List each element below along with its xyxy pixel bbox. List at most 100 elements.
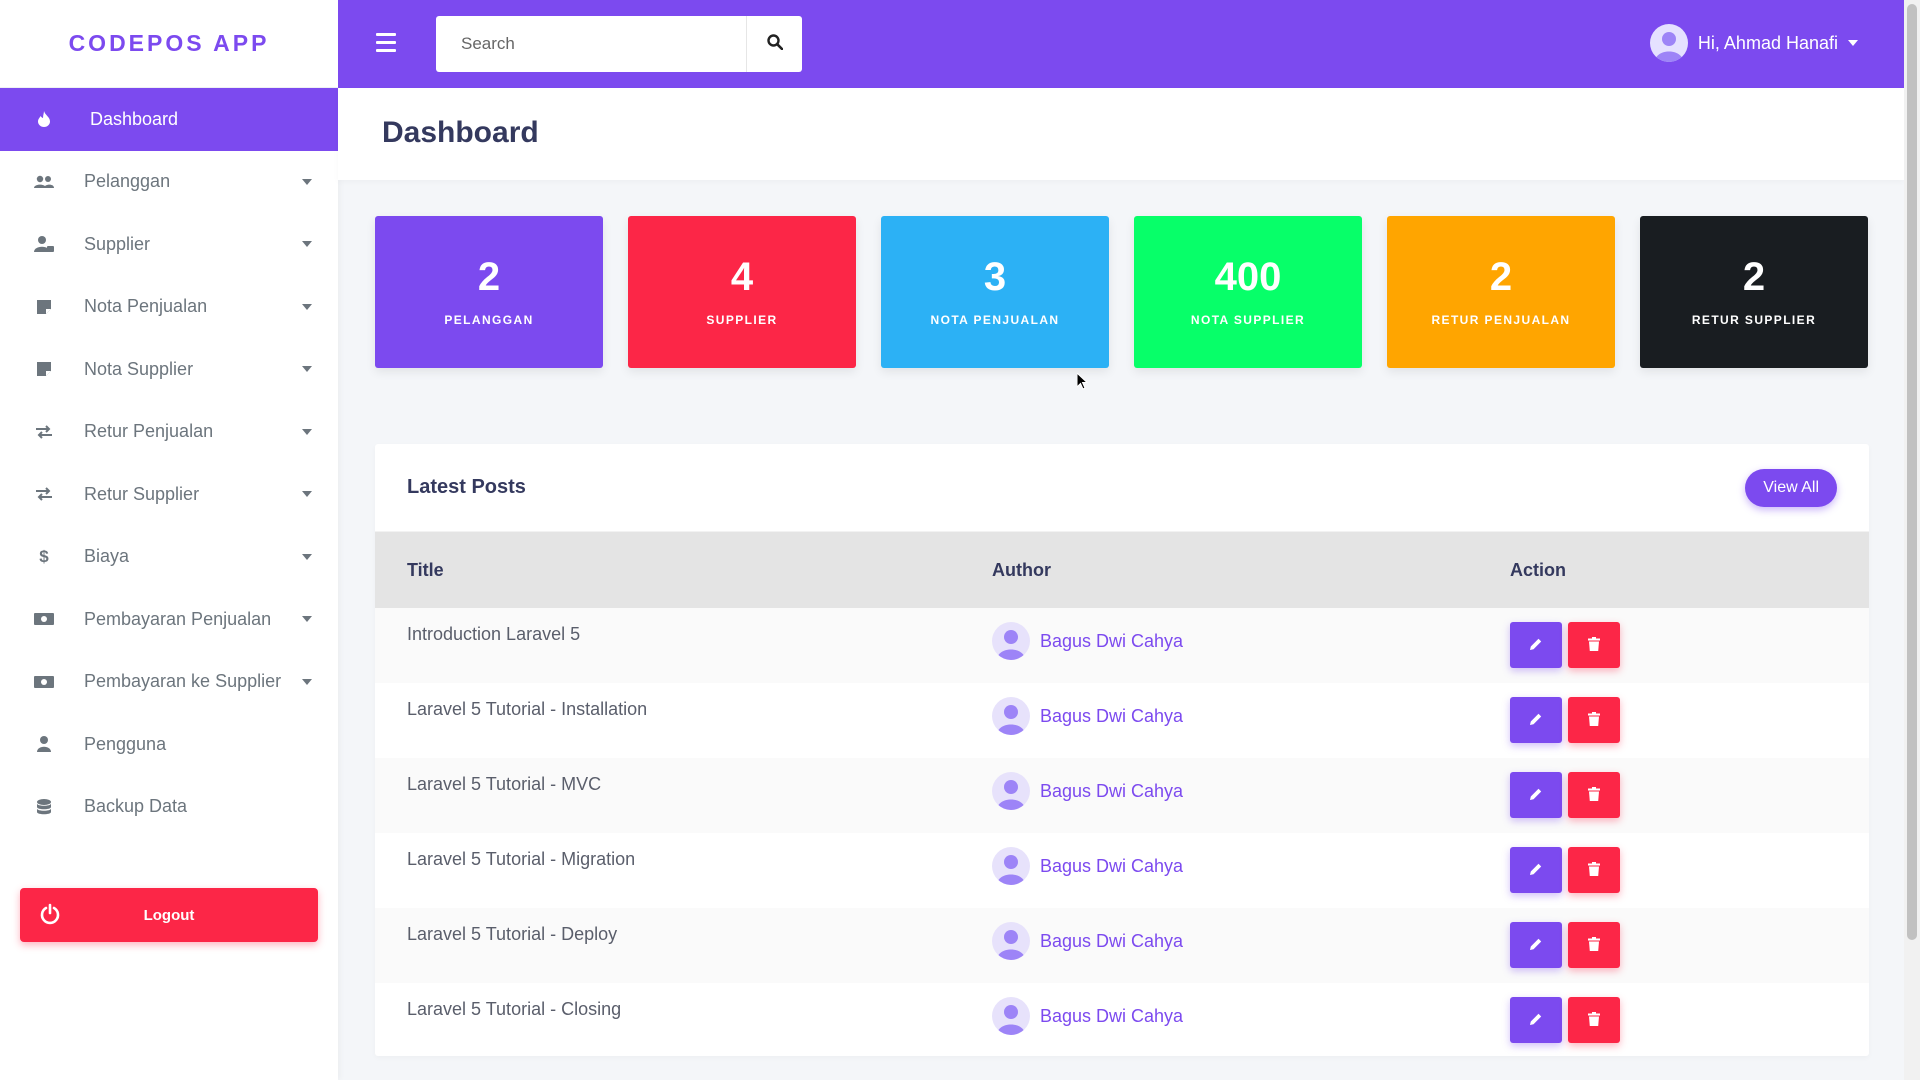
page-header: Dashboard: [338, 88, 1904, 180]
scrollbar-thumb[interactable]: [1907, 4, 1917, 940]
post-author-cell: Bagus Dwi Cahya: [992, 983, 1510, 1058]
author-link[interactable]: Bagus Dwi Cahya: [992, 697, 1510, 735]
pencil-icon: [1529, 1010, 1543, 1031]
sidebar-item-retur-penjualan[interactable]: Retur Penjualan: [0, 401, 338, 464]
edit-button[interactable]: [1510, 997, 1562, 1043]
page-title: Dashboard: [382, 116, 539, 149]
table-row: Laravel 5 Tutorial - MVC Bagus Dwi Cahya: [375, 758, 1869, 833]
stat-card-pelanggan[interactable]: 2 PELANGGAN: [375, 216, 603, 368]
sidebar-item-dashboard[interactable]: Dashboard: [0, 88, 338, 151]
dollar-icon: $: [39, 546, 49, 566]
stat-label: RETUR SUPPLIER: [1691, 313, 1817, 327]
author-name: Bagus Dwi Cahya: [1040, 780, 1184, 801]
avatar: [992, 997, 1030, 1035]
sidebar-item-pelanggan[interactable]: Pelanggan: [0, 151, 338, 214]
view-all-button[interactable]: View All: [1745, 468, 1837, 507]
chevron-down-icon: [302, 616, 312, 623]
post-title: Laravel 5 Tutorial - Installation: [407, 699, 648, 719]
delete-button[interactable]: [1568, 997, 1620, 1043]
sidebar-item-backup-data[interactable]: Backup Data: [0, 776, 338, 839]
edit-button[interactable]: [1510, 922, 1562, 968]
sidebar-item-label: Nota Penjualan: [84, 296, 208, 317]
delete-button[interactable]: [1568, 847, 1620, 893]
chevron-down-icon: [302, 241, 312, 248]
topbar: Hi, Ahmad Hanafi: [338, 0, 1904, 88]
edit-button[interactable]: [1510, 622, 1562, 668]
card-title: Latest Posts: [407, 476, 526, 498]
search-button[interactable]: [746, 16, 802, 72]
delete-button[interactable]: [1568, 622, 1620, 668]
stat-label: NOTA SUPPLIER: [1190, 313, 1306, 327]
stat-cards: 2 PELANGGAN 4 SUPPLIER 3 NOTA PENJUALAN …: [375, 216, 1869, 368]
post-author-cell: Bagus Dwi Cahya: [992, 833, 1510, 908]
trash-icon: [1588, 635, 1600, 656]
author-name: Bagus Dwi Cahya: [1040, 855, 1184, 876]
search-icon: [766, 33, 783, 55]
stat-card-retur-penjualan[interactable]: 2 RETUR PENJUALAN: [1387, 216, 1615, 368]
user-greeting: Hi, Ahmad Hanafi: [1697, 32, 1838, 53]
stat-value: 2: [477, 255, 501, 299]
trash-icon: [1588, 935, 1600, 956]
user-dropdown[interactable]: Hi, Ahmad Hanafi: [1649, 24, 1858, 62]
column-header-action: Action: [1510, 559, 1566, 580]
trash-icon: [1588, 710, 1600, 731]
delete-button[interactable]: [1568, 697, 1620, 743]
stat-card-nota-supplier[interactable]: 400 NOTA SUPPLIER: [1134, 216, 1362, 368]
exchange-icon: [34, 487, 54, 501]
sidebar-item-retur-supplier[interactable]: Retur Supplier: [0, 463, 338, 526]
post-actions: [1510, 608, 1869, 683]
database-icon: [34, 798, 54, 815]
trash-icon: [1588, 785, 1600, 806]
column-header-author: Author: [992, 559, 1051, 580]
logout-button[interactable]: Logout: [20, 888, 318, 942]
trash-icon: [1588, 860, 1600, 881]
hamburger-menu-icon[interactable]: [376, 33, 396, 57]
brand-logo[interactable]: CODEPOS APP: [0, 0, 338, 88]
sidebar-item-nota-supplier[interactable]: Nota Supplier: [0, 338, 338, 401]
sidebar-item-label: Pelanggan: [84, 171, 171, 192]
author-link[interactable]: Bagus Dwi Cahya: [992, 847, 1510, 885]
stat-label: NOTA PENJUALAN: [930, 313, 1060, 327]
sidebar-item-label: Biaya: [84, 546, 130, 567]
latest-posts-card: Latest Posts View All Title Author Actio…: [375, 444, 1869, 1056]
table-row: Laravel 5 Tutorial - Closing Bagus Dwi Ca…: [375, 983, 1869, 1058]
search-input[interactable]: [436, 16, 746, 72]
sidebar-item-pengguna[interactable]: Pengguna: [0, 713, 338, 776]
table-row: Laravel 5 Tutorial - Migration Bagus Dwi …: [375, 833, 1869, 908]
stat-card-retur-supplier[interactable]: 2 RETUR SUPPLIER: [1640, 216, 1868, 368]
author-link[interactable]: Bagus Dwi Cahya: [992, 772, 1510, 810]
avatar: [992, 622, 1030, 660]
avatar: [992, 922, 1030, 960]
edit-button[interactable]: [1510, 772, 1562, 818]
edit-button[interactable]: [1510, 697, 1562, 743]
sidebar-item-supplier[interactable]: Supplier: [0, 213, 338, 276]
post-author-cell: Bagus Dwi Cahya: [992, 608, 1510, 683]
stat-card-supplier[interactable]: 4 SUPPLIER: [628, 216, 856, 368]
delete-button[interactable]: [1568, 772, 1620, 818]
post-actions: [1510, 758, 1869, 833]
author-link[interactable]: Bagus Dwi Cahya: [992, 997, 1510, 1035]
sticky-note-icon: [34, 362, 54, 377]
stat-value: 3: [983, 255, 1007, 299]
stat-card-nota-penjualan[interactable]: 3 NOTA PENJUALAN: [881, 216, 1109, 368]
author-link[interactable]: Bagus Dwi Cahya: [992, 622, 1510, 660]
page-scrollbar[interactable]: [1904, 0, 1920, 1080]
sidebar-item-nota-penjualan[interactable]: Nota Penjualan: [0, 276, 338, 339]
search-box: [436, 16, 802, 72]
sidebar-item-biaya[interactable]: $ Biaya: [0, 526, 338, 589]
sidebar-item-label: Pembayaran Penjualan: [84, 608, 272, 629]
table-header-row: Title Author Action: [375, 532, 1869, 608]
table-row: Laravel 5 Tutorial - Installation Bagus D…: [375, 683, 1869, 758]
sidebar-item-pembayaran-ke-supplier[interactable]: Pembayaran ke Supplier: [0, 651, 338, 714]
post-title: Introduction Laravel 5: [407, 624, 581, 644]
author-link[interactable]: Bagus Dwi Cahya: [992, 922, 1510, 960]
table-row: Introduction Laravel 5 Bagus Dwi Cahya: [375, 608, 1869, 683]
edit-button[interactable]: [1510, 847, 1562, 893]
sidebar-item-pembayaran-penjualan[interactable]: Pembayaran Penjualan: [0, 588, 338, 651]
chevron-down-icon: [302, 428, 312, 435]
delete-button[interactable]: [1568, 922, 1620, 968]
chevron-down-icon: [302, 366, 312, 373]
sidebar-item-label: Backup Data: [84, 796, 188, 817]
posts-table: Title Author Action Introduction Laravel…: [375, 532, 1869, 1058]
sidebar-item-label: Pengguna: [84, 733, 167, 754]
